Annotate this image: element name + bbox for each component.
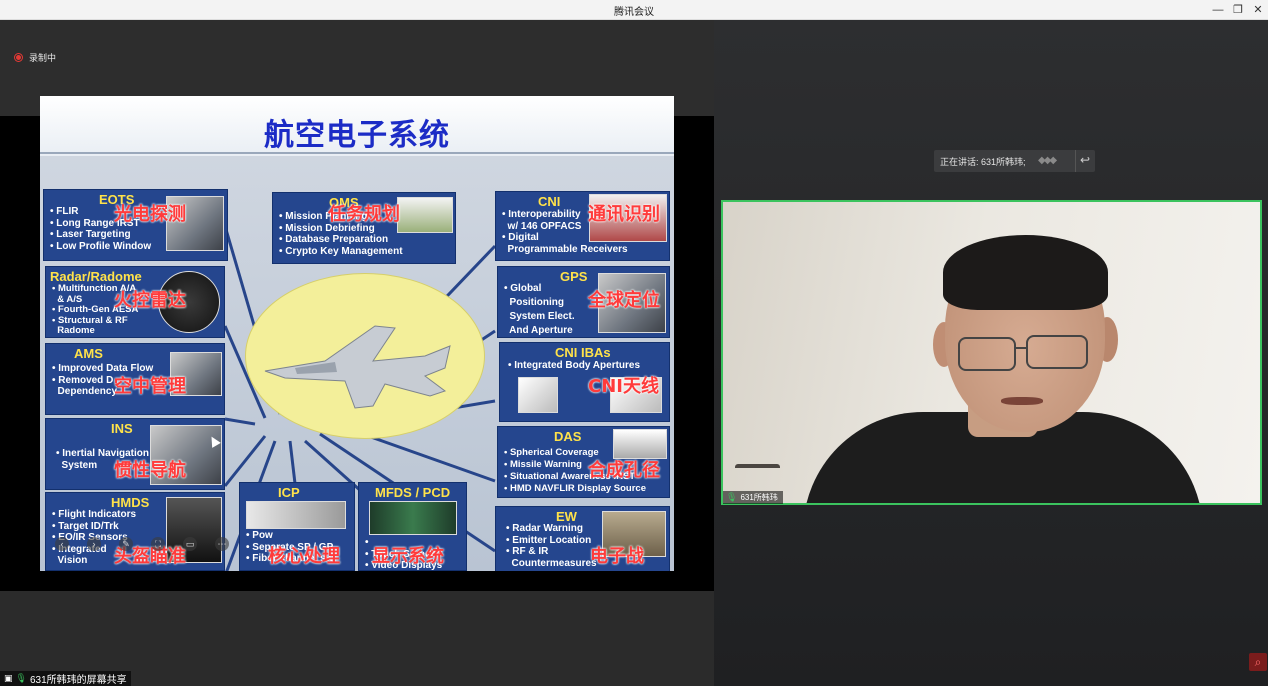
- slides-icon[interactable]: ▭: [183, 537, 197, 551]
- pen-icon[interactable]: ✎: [119, 537, 133, 551]
- hmds-header: HMDS: [111, 495, 150, 510]
- slide-title: 航空电子系统: [264, 118, 450, 153]
- participant-name: 631所韩玮: [740, 493, 778, 502]
- eots-overlay: 光电探测: [114, 204, 186, 225]
- record-icon: [14, 53, 23, 62]
- speaking-indicator: 正在讲话: 631所韩玮; ◆◆◆ ↩: [934, 150, 1095, 172]
- screen-share-tag[interactable]: ▣ 🎙 631所韩玮的屏幕共享: [0, 671, 131, 686]
- search-icon[interactable]: ⌕: [1249, 653, 1267, 671]
- zoom-icon[interactable]: ⛶: [151, 537, 165, 551]
- slide-toolbar: ‹ › ✎ ⛶ ▭ ⋯: [55, 537, 229, 551]
- participant-name-tag: 🎙 631所韩玮: [723, 491, 783, 504]
- close-button[interactable]: ✕: [1250, 2, 1266, 18]
- mic-icon: 🎙: [726, 492, 738, 502]
- reply-icon[interactable]: ↩: [1080, 153, 1090, 167]
- header-divider: [40, 152, 674, 154]
- gps-overlay: 全球定位: [588, 290, 660, 311]
- next-slide-button[interactable]: ›: [87, 537, 101, 551]
- glasses-left-lens: [958, 337, 1016, 371]
- ew-overlay: 电子战: [590, 546, 644, 567]
- ins-header: INS: [111, 421, 133, 436]
- ams-header: AMS: [74, 346, 103, 361]
- gps-lines: • Global Positioning System Elect. And A…: [504, 283, 575, 336]
- maximize-button[interactable]: ❐: [1230, 2, 1246, 18]
- mic-icon: 🎙: [15, 673, 27, 683]
- ew-lines: • Radar Warning • Emitter Location • RF …: [506, 523, 597, 569]
- screen-share-label: 631所韩玮的屏幕共享: [29, 675, 127, 686]
- icp-photo: [246, 501, 346, 529]
- icp-overlay: 核心处理: [268, 546, 340, 567]
- mfds-photo: [369, 501, 457, 535]
- presentation-slide: 航空电子系统 EOTS • FLIR • Long Range IRST • L…: [40, 96, 674, 571]
- participant-video[interactable]: [721, 200, 1262, 505]
- cniiba-lines: • Integrated Body Apertures: [508, 360, 641, 371]
- title-bar: 腾讯会议 — ❐ ✕: [0, 0, 1268, 20]
- cni-overlay: 通讯识别: [588, 204, 660, 225]
- window-title: 腾讯会议: [614, 7, 654, 18]
- speaking-label: 正在讲话: 631所韩玮;: [940, 157, 1026, 167]
- cniiba-overlay: CNI天线: [588, 376, 659, 397]
- cniiba-header: CNI IBAs: [555, 345, 611, 360]
- ams-overlay: 空中管理: [114, 376, 186, 397]
- slide-header: 航空电子系统: [40, 96, 674, 156]
- speaking-bars-icon: ◆◆◆: [1038, 155, 1057, 166]
- ins-overlay: 惯性导航: [114, 460, 186, 481]
- jet-illustration: [264, 325, 451, 409]
- speaking-divider: [1075, 150, 1076, 172]
- prev-slide-button[interactable]: ‹: [55, 537, 69, 551]
- ew-header: EW: [556, 509, 577, 524]
- das-header: DAS: [554, 429, 582, 444]
- glasses-right-lens: [1026, 335, 1088, 369]
- oms-overlay: 任务规划: [328, 204, 400, 225]
- radar-header: Radar/Radome: [50, 269, 142, 284]
- cni-header: CNI: [538, 194, 561, 209]
- person-mouth: [1001, 397, 1043, 405]
- radar-overlay: 火控雷达: [114, 290, 186, 311]
- mfds-header: MFDS / PCD: [375, 485, 451, 500]
- das-photo: [613, 429, 667, 459]
- recording-label: 录制中: [29, 53, 57, 63]
- recording-indicator[interactable]: 录制中: [14, 51, 56, 64]
- das-overlay: 合成孔径: [588, 460, 660, 481]
- screen-share-icon: ▣: [4, 673, 13, 683]
- mfds-overlay: 显示系统: [372, 546, 444, 567]
- minimize-button[interactable]: —: [1210, 2, 1226, 18]
- glasses-bridge: [1015, 347, 1027, 349]
- person-hair: [943, 235, 1108, 310]
- oms-photo: [397, 197, 453, 233]
- cniiba-photo-a: [518, 377, 558, 413]
- more-options-icon[interactable]: ⋯: [215, 537, 229, 551]
- icp-header: ICP: [278, 485, 300, 500]
